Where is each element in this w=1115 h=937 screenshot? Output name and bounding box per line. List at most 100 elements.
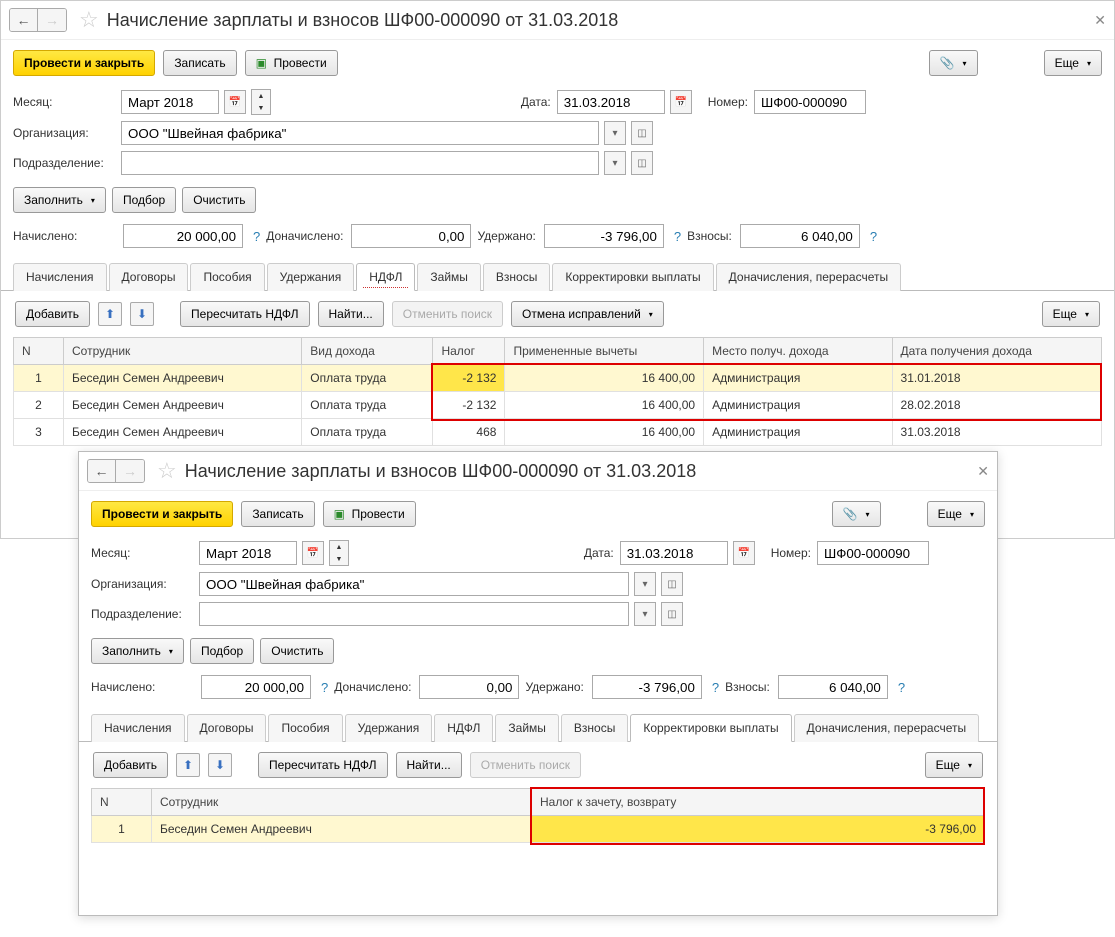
calendar-icon[interactable]: 📅	[670, 90, 692, 114]
tab-взносы[interactable]: Взносы	[483, 263, 550, 291]
open-icon[interactable]: ◫	[661, 602, 683, 626]
tab-корректировки-выплаты[interactable]: Корректировки выплаты	[552, 263, 713, 291]
post-close-button[interactable]: Провести и закрыть	[91, 501, 233, 527]
find-button[interactable]: Найти...	[318, 301, 384, 327]
more-button-2[interactable]: Еще▾	[1042, 301, 1100, 327]
dept-input[interactable]	[199, 602, 629, 626]
cancel-fix-button[interactable]: Отмена исправлений▾	[511, 301, 664, 327]
tab-корректировки-выплаты[interactable]: Корректировки выплаты	[630, 714, 791, 742]
calendar-icon[interactable]: 📅	[224, 90, 246, 114]
tab-ндфл[interactable]: НДФЛ	[434, 714, 493, 742]
forward-button[interactable]: →	[116, 460, 144, 482]
col-place[interactable]: Место получ. дохода	[704, 338, 892, 365]
col-tax[interactable]: Налог	[433, 338, 505, 365]
dept-input[interactable]	[121, 151, 599, 175]
tab-договоры[interactable]: Договоры	[109, 263, 189, 291]
calendar-icon[interactable]: 📅	[302, 541, 324, 565]
help-icon[interactable]: ?	[712, 680, 719, 695]
write-button[interactable]: Записать	[241, 501, 314, 527]
clear-button[interactable]: Очистить	[182, 187, 256, 213]
post-button[interactable]: ▣Провести	[323, 501, 416, 527]
col-emp[interactable]: Сотрудник	[152, 789, 532, 816]
back-button[interactable]: ←	[88, 460, 116, 482]
attachments-button[interactable]: 📎▾	[832, 501, 881, 527]
attachments-button[interactable]: 📎▾	[929, 50, 978, 76]
tab-удержания[interactable]: Удержания	[345, 714, 433, 742]
date-input[interactable]	[557, 90, 665, 114]
tab-займы[interactable]: Займы	[417, 263, 481, 291]
add-button[interactable]: Добавить	[15, 301, 90, 327]
tab-ндфл[interactable]: НДФЛ	[356, 263, 415, 291]
write-button[interactable]: Записать	[163, 50, 236, 76]
org-input[interactable]	[199, 572, 629, 596]
month-input[interactable]	[199, 541, 297, 565]
number-input[interactable]	[817, 541, 929, 565]
open-icon[interactable]: ◫	[631, 121, 653, 145]
tab-займы[interactable]: Займы	[495, 714, 559, 742]
col-emp[interactable]: Сотрудник	[64, 338, 302, 365]
org-input[interactable]	[121, 121, 599, 145]
post-close-button[interactable]: Провести и закрыть	[13, 50, 155, 76]
tab-удержания[interactable]: Удержания	[267, 263, 355, 291]
table-row[interactable]: 2Беседин Семен АндреевичОплата труда-2 1…	[14, 392, 1102, 419]
open-icon[interactable]: ◫	[661, 572, 683, 596]
more-button[interactable]: Еще▾	[1044, 50, 1102, 76]
move-down-button[interactable]: ⬇	[208, 753, 232, 777]
tab-доначисления-перерасчеты[interactable]: Доначисления, перерасчеты	[716, 263, 901, 291]
pick-button[interactable]: Подбор	[112, 187, 176, 213]
forward-button[interactable]: →	[38, 9, 66, 31]
tab-доначисления-перерасчеты[interactable]: Доначисления, перерасчеты	[794, 714, 979, 742]
calendar-icon[interactable]: 📅	[733, 541, 755, 565]
step-down-icon[interactable]: ▼	[252, 102, 270, 114]
chevron-down-icon[interactable]: ▾	[604, 151, 626, 175]
col-tax[interactable]: Налог к зачету, возврату	[532, 789, 985, 816]
close-icon[interactable]: ✕	[977, 463, 989, 480]
date-input[interactable]	[620, 541, 728, 565]
help-icon[interactable]: ?	[253, 229, 260, 244]
step-up-icon[interactable]: ▲	[252, 90, 270, 102]
col-n[interactable]: N	[92, 789, 152, 816]
more-button[interactable]: Еще▾	[927, 501, 985, 527]
recalc-button[interactable]: Пересчитать НДФЛ	[180, 301, 309, 327]
open-icon[interactable]: ◫	[631, 151, 653, 175]
month-stepper[interactable]: ▲▼	[329, 540, 349, 566]
col-type[interactable]: Вид дохода	[302, 338, 433, 365]
col-date[interactable]: Дата получения дохода	[892, 338, 1101, 365]
tab-пособия[interactable]: Пособия	[268, 714, 342, 742]
chevron-down-icon[interactable]: ▾	[604, 121, 626, 145]
chevron-down-icon[interactable]: ▾	[634, 602, 656, 626]
month-input[interactable]	[121, 90, 219, 114]
favorite-icon[interactable]: ☆	[157, 458, 177, 484]
table-row[interactable]: 3Беседин Семен АндреевичОплата труда4681…	[14, 419, 1102, 446]
fill-button[interactable]: Заполнить▾	[91, 638, 184, 664]
close-icon[interactable]: ✕	[1094, 12, 1106, 29]
col-n[interactable]: N	[14, 338, 64, 365]
tab-пособия[interactable]: Пособия	[190, 263, 264, 291]
tab-договоры[interactable]: Договоры	[187, 714, 267, 742]
step-up-icon[interactable]: ▲	[330, 541, 348, 553]
move-up-button[interactable]: ⬆	[176, 753, 200, 777]
tab-начисления[interactable]: Начисления	[13, 263, 107, 291]
post-button[interactable]: ▣Провести	[245, 50, 338, 76]
chevron-down-icon[interactable]: ▾	[634, 572, 656, 596]
help-icon[interactable]: ?	[898, 680, 905, 695]
move-up-button[interactable]: ⬆	[98, 302, 122, 326]
pick-button[interactable]: Подбор	[190, 638, 254, 664]
table-row[interactable]: 1Беседин Семен АндреевичОплата труда-2 1…	[14, 365, 1102, 392]
recalc-button[interactable]: Пересчитать НДФЛ	[258, 752, 387, 778]
help-icon[interactable]: ?	[674, 229, 681, 244]
help-icon[interactable]: ?	[870, 229, 877, 244]
back-button[interactable]: ←	[10, 9, 38, 31]
find-button[interactable]: Найти...	[396, 752, 462, 778]
fill-button[interactable]: Заполнить▾	[13, 187, 106, 213]
add-button[interactable]: Добавить	[93, 752, 168, 778]
tab-взносы[interactable]: Взносы	[561, 714, 628, 742]
favorite-icon[interactable]: ☆	[79, 7, 99, 33]
tab-начисления[interactable]: Начисления	[91, 714, 185, 742]
clear-button[interactable]: Очистить	[260, 638, 334, 664]
table-row[interactable]: 1Беседин Семен Андреевич-3 796,00	[92, 816, 985, 843]
move-down-button[interactable]: ⬇	[130, 302, 154, 326]
more-button-2[interactable]: Еще▾	[925, 752, 983, 778]
step-down-icon[interactable]: ▼	[330, 553, 348, 565]
help-icon[interactable]: ?	[321, 680, 328, 695]
